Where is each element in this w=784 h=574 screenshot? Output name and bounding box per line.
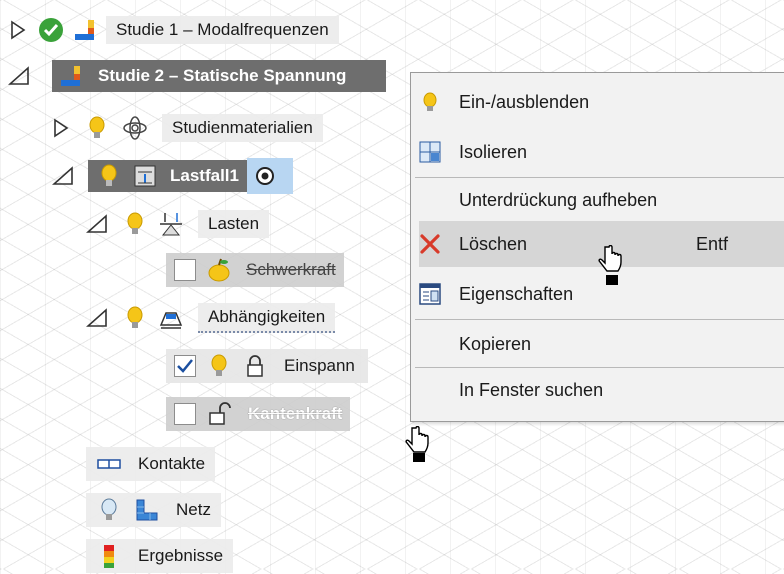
tree-row-edgeforce[interactable]: Kantenkraft [166,396,351,432]
menu-item-label: Isolieren [459,141,528,162]
suppress-checkbox[interactable] [174,259,196,281]
tree-row-study1[interactable]: Studie 1 – Modalfrequenzen [8,12,339,48]
materials-label: Studienmaterialien [162,114,323,142]
gravity-label: Schwerkraft [246,260,336,279]
lightbulb-icon[interactable] [84,115,110,141]
menu-item-label: Ein-/ausblenden [459,91,590,112]
mesh-label: Netz [176,500,211,519]
expand-triangle-icon[interactable] [52,117,70,139]
mesh-icon [134,497,160,523]
checked-checkbox[interactable] [174,355,196,377]
tree-row-mesh[interactable]: Netz [86,492,221,528]
menu-item-label: Eigenschaften [459,283,574,304]
delete-x-icon [420,234,440,254]
study2-selection: Studie 2 – Statische Spannung [52,60,386,92]
hand-cursor-icon [598,245,622,285]
menu-item-copy[interactable]: Kopieren [411,321,784,367]
constraints-icon [158,305,184,331]
fixed-item: Einspann [166,349,368,383]
menu-item-label: Kopieren [459,333,532,354]
suppress-checkbox[interactable] [174,403,196,425]
lightbulb-off-icon[interactable] [96,497,122,523]
collapse-triangle-icon[interactable] [86,214,108,234]
study2-label: Studie 2 – Statische Spannung [98,66,347,85]
constraints-label: Abhängigkeiten [198,303,336,333]
check-circle-icon [38,17,64,43]
properties-icon [419,283,441,305]
fixed-label: Einspann [284,356,355,375]
menu-item-isolate[interactable]: Isolieren [411,129,784,175]
menu-item-unsuppress[interactable]: Unterdrückung aufheben [411,177,784,223]
gravity-item: Schwerkraft [166,253,344,287]
lightbulb-icon [423,92,437,111]
tree-row-constraints[interactable]: Abhängigkeiten [86,300,336,336]
menu-item-label: In Fenster suchen [459,379,604,400]
menu-separator [415,319,784,320]
target-radio-icon [255,167,274,185]
lightbulb-icon[interactable] [206,353,232,379]
materials-icon [122,115,148,141]
tree-row-fixed[interactable]: Einspann [166,348,368,384]
tree-row-gravity[interactable]: Schwerkraft [166,252,344,288]
tree-row-materials[interactable]: Studienmaterialien [52,110,323,146]
lightbulb-icon[interactable] [96,163,122,189]
edgeforce-label: Kantenkraft [248,404,343,423]
loadcase-icon [132,163,158,189]
lightbulb-icon[interactable] [122,305,148,331]
menu-item-shortcut: Entf [696,233,729,254]
collapse-triangle-icon[interactable] [86,308,108,328]
results-icon [96,543,122,569]
mesh-item: Netz [86,493,221,527]
menu-item-label: Löschen [459,233,528,254]
loadcase-selection: Lastfall1 [88,160,247,192]
results-item: Ergebnisse [86,539,234,573]
collapse-triangle-icon[interactable] [8,66,30,86]
context-menu: Ein-/ausblenden Isolieren Unterdrückung … [410,72,784,422]
menu-item-toggle-visibility[interactable]: Ein-/ausblenden [411,79,784,125]
loadcase-label: Lastfall1 [170,166,239,185]
unlock-icon [206,401,232,427]
edgeforce-item: Kantenkraft [166,397,351,431]
loads-label: Lasten [198,210,270,238]
lock-icon [242,353,268,379]
tree-row-contacts[interactable]: Kontakte [86,446,216,482]
expand-triangle-icon[interactable] [8,19,28,41]
menu-item-label: Unterdrückung aufheben [459,189,658,210]
contacts-label: Kontakte [138,454,206,473]
hand-cursor-icon [405,426,429,462]
menu-item-find-in-window[interactable]: In Fenster suchen [411,367,784,413]
contacts-icon [96,451,122,477]
isolate-icon [419,141,441,163]
collapse-triangle-icon[interactable] [52,166,74,186]
contacts-item: Kontakte [86,447,216,481]
lightbulb-icon[interactable] [122,211,148,237]
study-icon [58,63,84,89]
active-loadcase-marker[interactable] [246,158,293,194]
checkmark-icon [177,359,193,373]
loads-icon [158,211,184,237]
results-label: Ergebnisse [138,546,224,565]
study1-label: Studie 1 – Modalfrequenzen [106,16,339,44]
tree-row-loadcase[interactable]: Lastfall1 [52,158,293,194]
gravity-apple-icon [206,257,232,283]
study-icon [72,17,98,43]
tree-row-loads[interactable]: Lasten [86,206,270,242]
tree-row-study2[interactable]: Studie 2 – Statische Spannung [8,58,386,94]
